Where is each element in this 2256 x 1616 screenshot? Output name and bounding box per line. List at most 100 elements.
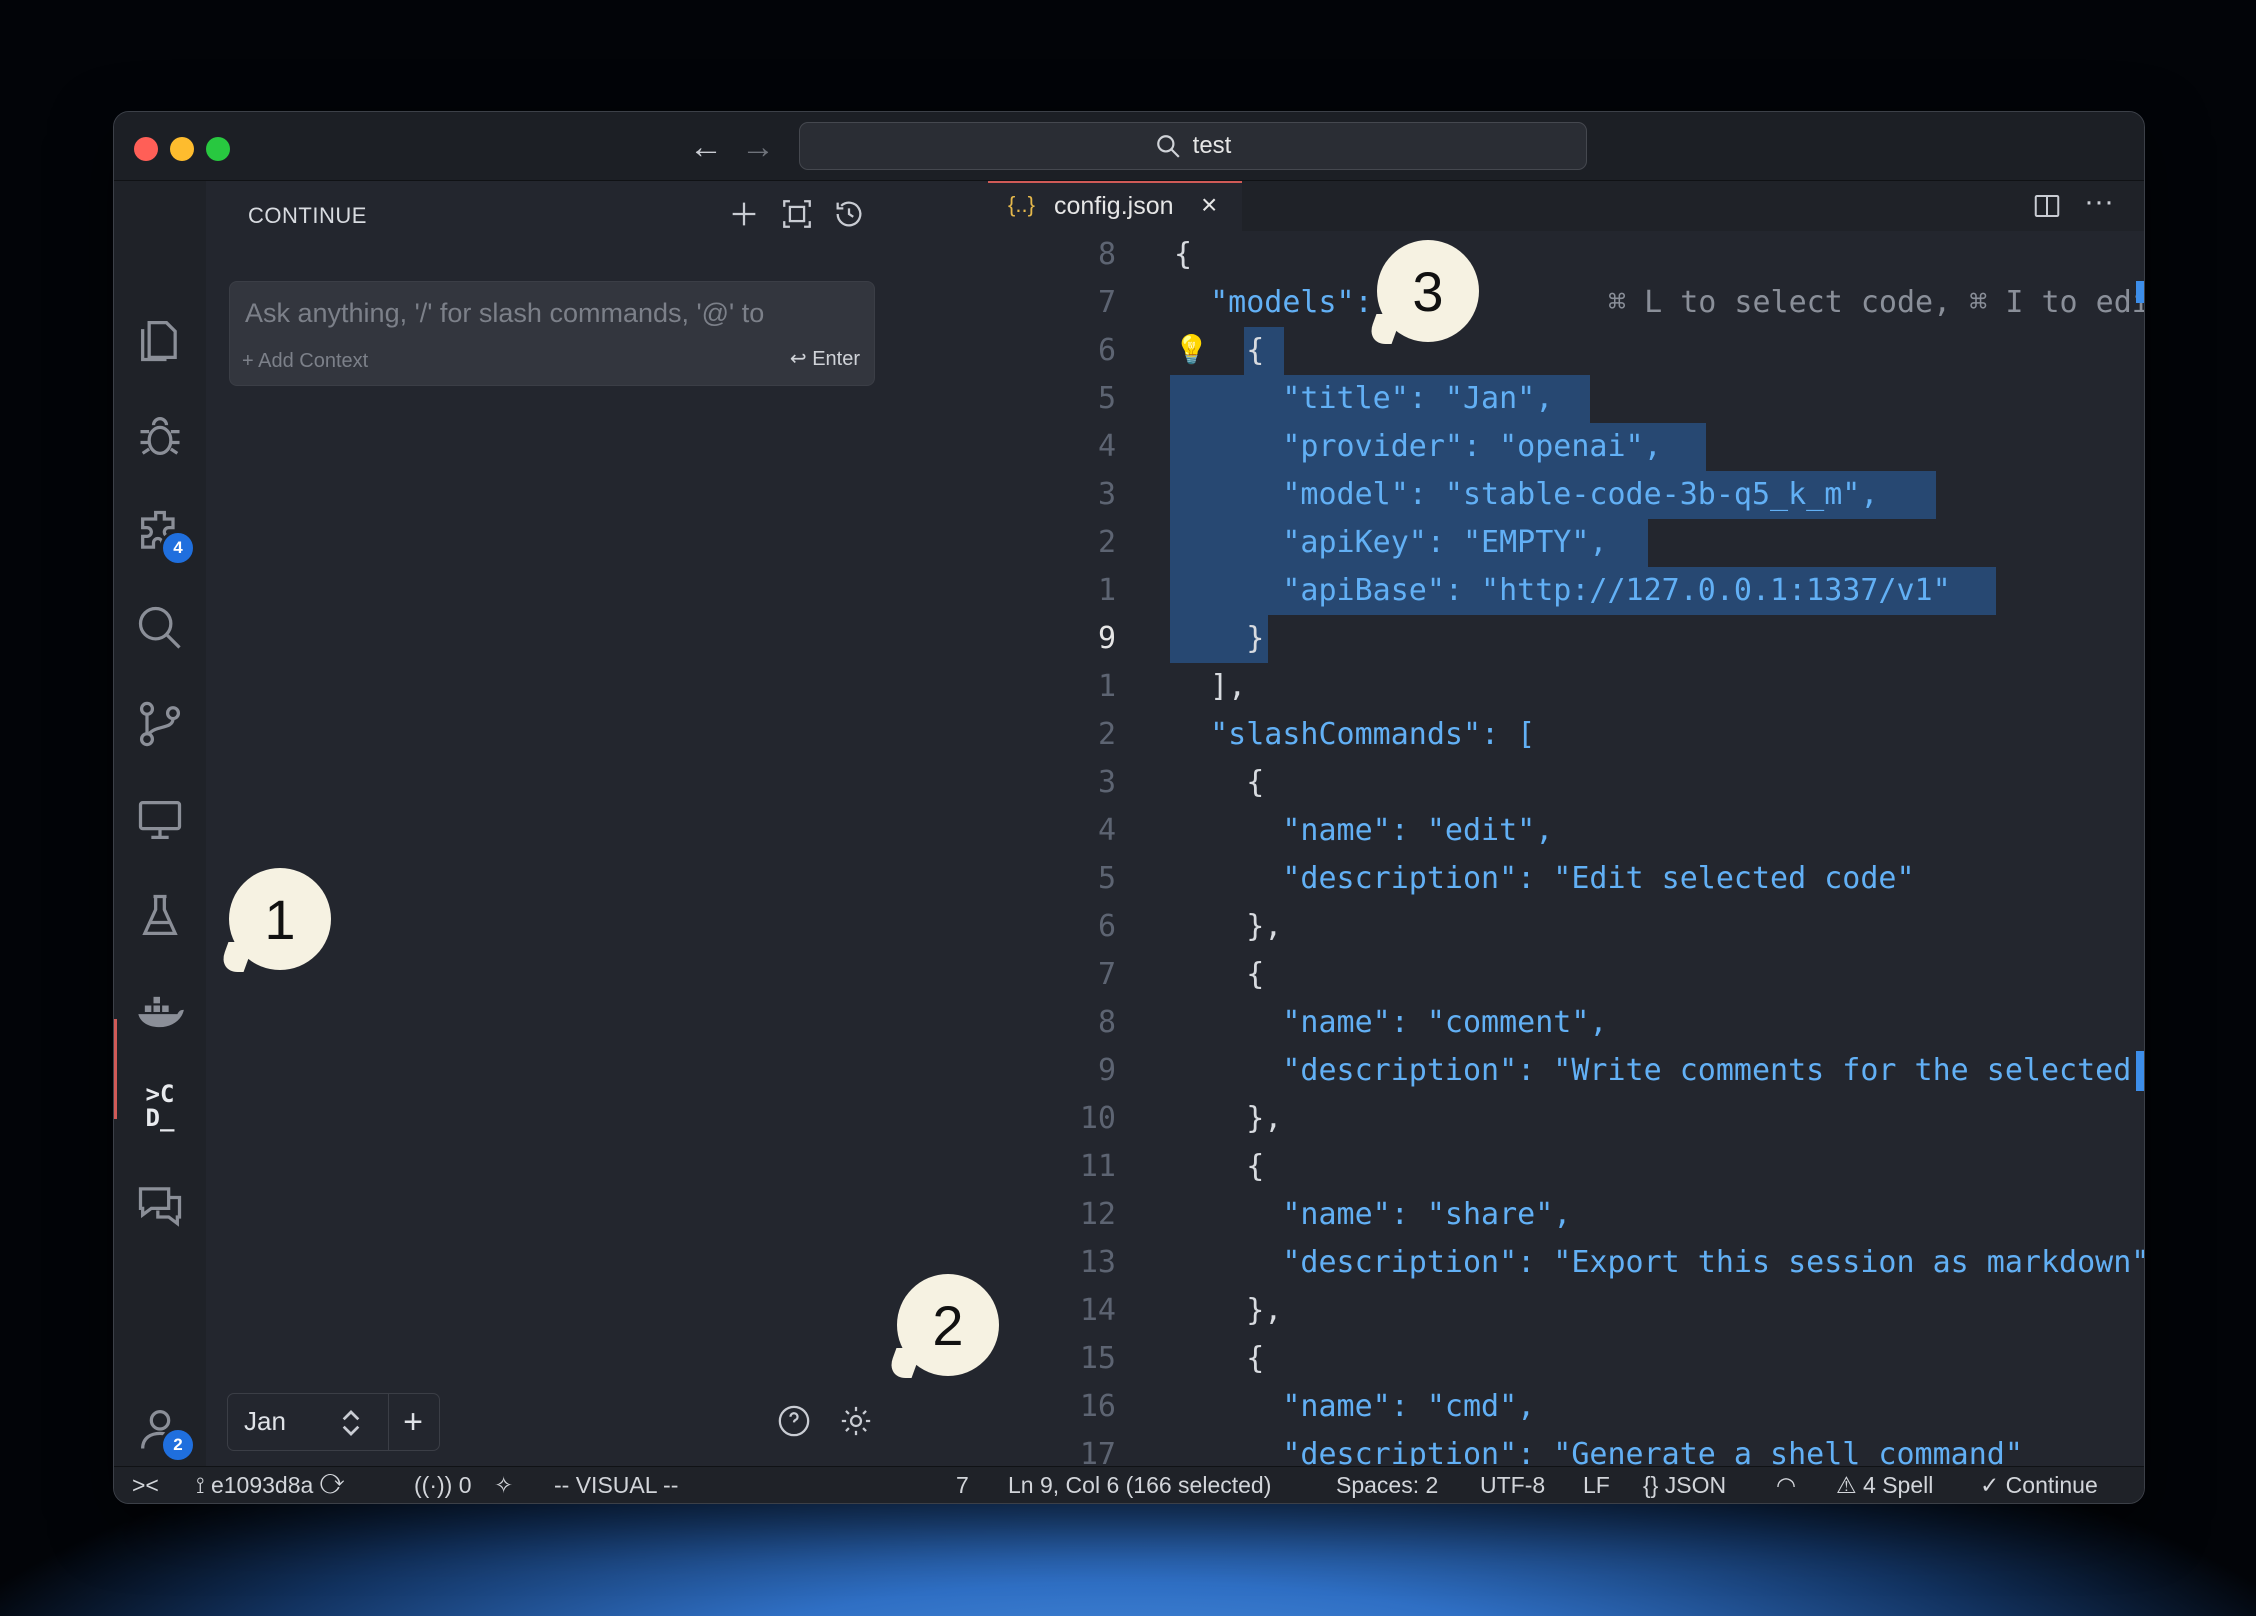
docker-icon[interactable] [134,986,186,1038]
ports-item[interactable]: ((·)) 0 [414,1472,471,1499]
code-line: ], [1174,669,1247,704]
tab-config-json[interactable]: {..} config.json × [988,181,1242,233]
code-line: } [1174,621,1265,656]
line-number: 5 [1097,381,1116,416]
line-number: 2 [1097,717,1116,752]
more-actions-icon[interactable]: ··· [2084,185,2114,219]
continue-icon[interactable]: >C D_ [134,1082,186,1134]
maximize-window-button[interactable] [206,137,230,161]
line-number: 4 [1097,429,1116,464]
selection-count: 7 [956,1472,969,1498]
json-file-icon: {..} [1008,192,1035,217]
ports-count: 0 [458,1472,472,1498]
code-line: }, [1174,1101,1283,1136]
callout-label: 1 [264,887,296,951]
accounts-badge: 2 [160,1427,196,1463]
status-bar: >< ⟟ e1093d8a ⟳ ((·)) 0 ✧ -- VISUAL -- 7… [114,1466,2144,1503]
search-text: test [1192,132,1232,159]
tab-bar: {..} config.json × ··· [988,181,2144,233]
editor-group: {..} config.json × ··· 8{ 7 "models": [ … [988,181,2144,1466]
vscode-window: ← → test 4 >C D_ 2 CONTINUE Ask anything… [113,111,2145,1504]
broadcast-icon: ((·)) [414,1472,459,1498]
new-session-plus-icon[interactable] [727,197,767,237]
chat-placeholder: Ask anything, '/' for slash commands, '@… [245,298,765,328]
line-number: 7 [1097,957,1116,992]
line-number: 8 [1097,237,1116,272]
remote-explorer-icon[interactable] [134,794,186,846]
settings-gear-icon[interactable] [839,1404,873,1438]
testing-icon[interactable] [134,890,186,942]
code-line: "description": "Export this session as m… [1174,1245,2144,1280]
callout-1: 1 [217,868,331,972]
scroll-marker [2136,1051,2144,1091]
spell-check[interactable]: ⚠ 4 Spell [1836,1472,1933,1499]
close-window-button[interactable] [134,137,158,161]
code-line: }, [1174,909,1283,944]
add-model-button[interactable]: + [387,1393,440,1451]
callout-3: 3 [1365,240,1479,344]
indentation[interactable]: Spaces: 2 [1336,1472,1438,1499]
plus-icon: + [403,1402,423,1441]
line-number: 3 [1097,477,1116,512]
back-arrow-icon[interactable]: ← [689,128,723,167]
model-selected-label: Jan [244,1406,286,1436]
add-context-button[interactable]: + Add Context [242,350,368,373]
chat-input[interactable]: Ask anything, '/' for slash commands, '@… [229,281,875,386]
callout-label: 3 [1412,259,1444,323]
line-number: 14 [1079,1293,1116,1328]
minimize-window-button[interactable] [170,137,194,161]
code-line: "provider": "openai", [1174,429,1662,464]
chevron-updown-icon [342,1410,360,1436]
end-of-line[interactable]: LF [1583,1472,1610,1499]
enter-button[interactable]: ↩ Enter [790,346,860,371]
cursor-position[interactable]: Ln 9, Col 6 (166 selected) [1008,1472,1271,1499]
active-indicator [114,1019,117,1119]
search-icon [1156,135,1180,158]
line-number: 3 [1097,765,1116,800]
line-number: 12 [1079,1197,1116,1232]
source-control-icon[interactable] [134,698,186,750]
git-branch-item[interactable]: ⟟ e1093d8a ⟳ [196,1472,344,1499]
code-line: "apiBase": "http://127.0.0.1:1337/v1" [1174,573,1951,608]
title-bar: ← → test [114,112,2144,181]
enter-return-icon: ↩ [789,348,813,370]
continue-icon-top: >C [145,1080,175,1108]
debug-icon[interactable] [134,410,186,462]
copilot-icon[interactable]: ✧ [494,1472,513,1499]
close-tab-icon[interactable]: × [1201,189,1217,221]
history-icon[interactable] [832,197,872,237]
line-number: 9 [1097,1053,1116,1088]
continue-status[interactable]: ✓ Continue [1980,1472,2098,1499]
forward-arrow-icon[interactable]: → [741,128,775,167]
extensions-icon[interactable]: 4 [134,506,196,566]
search-view-icon[interactable] [134,602,186,654]
panel-title: CONTINUE [248,203,367,228]
code-line: { [1174,333,1265,368]
fullscreen-icon[interactable] [780,197,820,237]
code-line: { [1174,765,1265,800]
scroll-marker [2136,281,2144,303]
remote-indicator-icon[interactable]: >< [132,1472,159,1499]
inline-hint: ⌘ L to select code, ⌘ I to edit [1608,285,2144,320]
callout-label: 2 [932,1293,964,1357]
encoding[interactable]: UTF-8 [1480,1472,1545,1499]
code-editor[interactable]: 8{ 7 "models": [ 6 💡 { 5 "title": "Jan",… [988,231,2144,1466]
command-center-search[interactable]: test [799,122,1587,170]
branch-label: e1093d8a [210,1472,314,1498]
chat-icon[interactable] [134,1178,186,1230]
language-mode[interactable]: {} JSON [1643,1472,1726,1499]
split-editor-icon[interactable] [2032,191,2062,221]
tab-label: config.json [1054,192,1174,220]
accounts-icon[interactable]: 2 [134,1403,196,1463]
callout-2: 2 [885,1274,999,1378]
vim-mode: -- VISUAL -- [554,1472,679,1498]
line-number: 5 [1097,861,1116,896]
model-selector[interactable]: Jan [227,1393,389,1451]
code-line: { [1174,1341,1265,1376]
files-icon[interactable] [134,314,186,366]
line-number: 17 [1079,1437,1116,1466]
line-number: 10 [1079,1101,1116,1136]
help-icon[interactable] [777,1404,811,1438]
code-line: "apiKey": "EMPTY", [1174,525,1608,560]
code-line: "description": "Write comments for the s… [1174,1053,2144,1088]
